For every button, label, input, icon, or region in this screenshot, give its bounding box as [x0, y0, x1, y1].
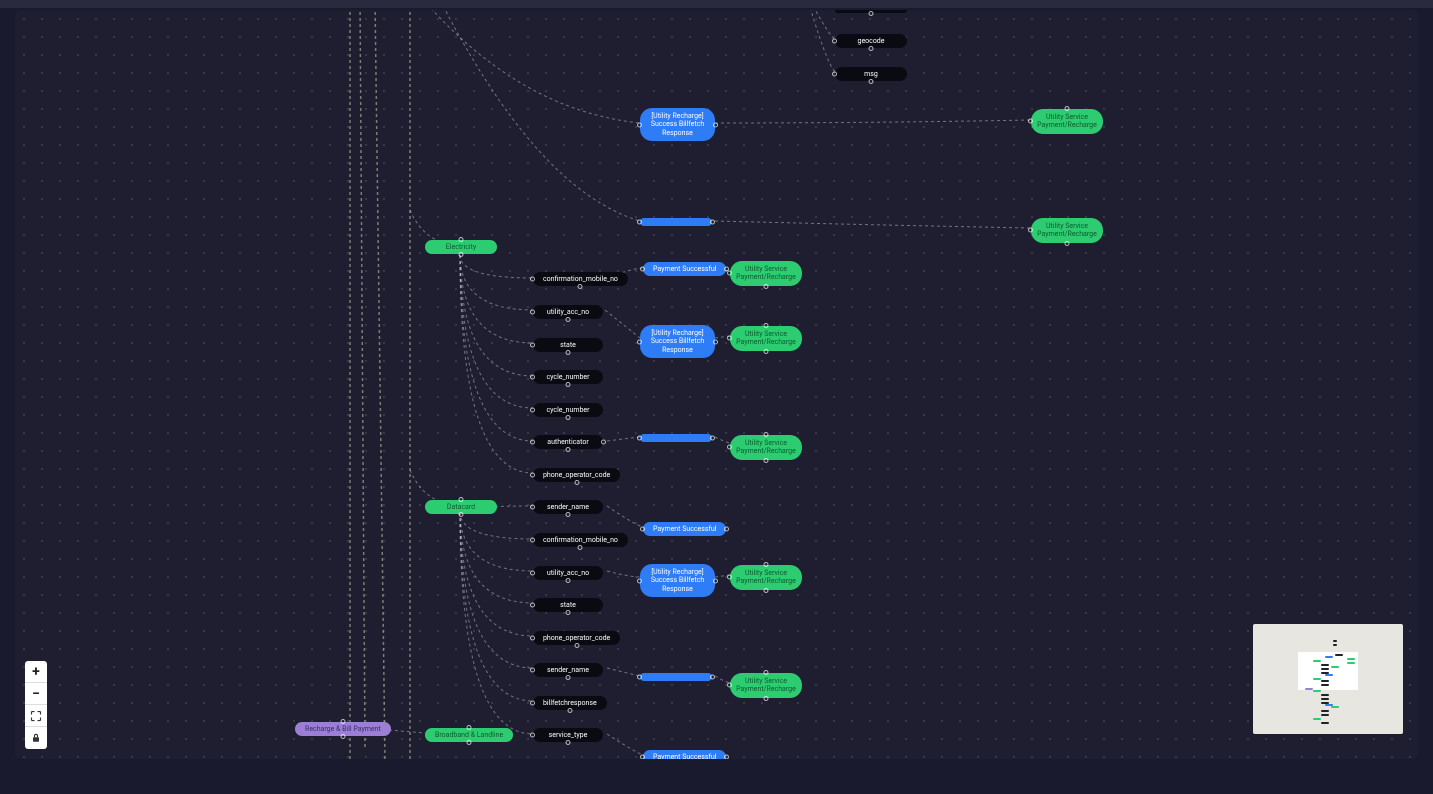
node-utility-service-5[interactable]: Utility Service Payment/Recharge: [730, 435, 802, 460]
node-label: Utility Service Payment/Recharge: [736, 265, 796, 282]
node-label: sender_name: [547, 503, 589, 511]
node-cycle-number-1[interactable]: cycle_number: [533, 370, 603, 384]
node-label: Payment Successful: [653, 525, 716, 533]
node-phone-operator-code-2[interactable]: phone_operator_code: [533, 631, 620, 645]
node-label: Broadband & Landline: [435, 731, 503, 739]
node-label: Recharge & Bill Payment: [305, 725, 381, 733]
zoom-in-button[interactable]: +: [25, 661, 47, 683]
node-phone-operator-code-1[interactable]: phone_operator_code: [533, 468, 620, 482]
node-label: Datacard: [447, 503, 475, 511]
lock-icon: [30, 732, 42, 744]
node-sender-name-2[interactable]: sender_name: [533, 663, 603, 677]
node-label: authenticator: [547, 438, 588, 446]
node-blue-pill-2[interactable]: [640, 434, 712, 442]
node-confirmation-mobile-no-1[interactable]: confirmation_mobile_no: [533, 272, 628, 286]
node-datacard[interactable]: Datacard: [425, 500, 497, 514]
node-utility-recharge-response-1[interactable]: [Utility Recharge] Success Billfetch Res…: [640, 108, 715, 141]
node-payment-successful-1[interactable]: Payment Successful: [643, 262, 726, 276]
node-utility-service-6[interactable]: Utility Service Payment/Recharge: [730, 565, 802, 590]
fit-view-button[interactable]: [25, 705, 47, 727]
node-confirmation-mobile-no-2[interactable]: confirmation_mobile_no: [533, 533, 628, 547]
node-label: Utility Service Payment/Recharge: [736, 439, 796, 456]
minus-icon: −: [32, 686, 40, 702]
node-billfetchresponse[interactable]: billfetchresponse: [533, 696, 607, 710]
flow-canvas[interactable]: geocode msg [Utility Recharge] Success B…: [15, 10, 1418, 759]
node-utility-service-4[interactable]: Utility Service Payment/Recharge: [730, 326, 802, 351]
node-label: phone_operator_code: [543, 471, 610, 479]
node-utility-recharge-response-2[interactable]: [Utility Recharge] Success Billfetch Res…: [640, 325, 715, 358]
node-blue-pill-3[interactable]: [640, 673, 712, 681]
node-label: state: [560, 601, 576, 609]
node-cycle-number-2[interactable]: cycle_number: [533, 403, 603, 417]
node-label: billfetchresponse: [543, 699, 597, 707]
node-utility-acc-no-1[interactable]: utility_acc_no: [533, 305, 603, 319]
node-msg[interactable]: msg: [835, 67, 907, 81]
node-label: confirmation_mobile_no: [543, 275, 618, 283]
node-electricity[interactable]: Electricity: [425, 240, 497, 254]
node-geocode[interactable]: geocode: [835, 34, 907, 48]
node-label: sender_name: [547, 666, 589, 674]
node-label: Payment Successful: [653, 265, 716, 273]
node-unknown-top[interactable]: [835, 10, 907, 13]
node-state-2[interactable]: state: [533, 598, 603, 612]
node-utility-recharge-response-3[interactable]: [Utility Recharge] Success Billfetch Res…: [640, 564, 715, 597]
canvas-wrapper: geocode msg [Utility Recharge] Success B…: [15, 10, 1418, 759]
node-label: utility_acc_no: [547, 308, 589, 316]
node-label: Utility Service Payment/Recharge: [736, 330, 796, 347]
node-sender-name-1[interactable]: sender_name: [533, 500, 603, 514]
node-payment-successful-2[interactable]: Payment Successful: [643, 522, 726, 536]
node-label: Utility Service Payment/Recharge: [736, 569, 796, 586]
node-label: state: [560, 341, 576, 349]
node-label: [Utility Recharge] Success Billfetch Res…: [646, 568, 709, 593]
node-service-type[interactable]: service_type: [533, 728, 603, 742]
node-label: Payment Successful: [653, 753, 716, 759]
node-utility-service-2[interactable]: Utility Service Payment/Recharge: [1031, 218, 1103, 243]
node-broadband-landline[interactable]: Broadband & Landline: [425, 728, 513, 742]
node-label: cycle_number: [546, 373, 589, 381]
node-label: Utility Service Payment/Recharge: [1037, 222, 1097, 239]
node-blue-pill-1[interactable]: [640, 218, 712, 226]
node-label: phone_operator_code: [543, 634, 610, 642]
node-label: geocode: [858, 37, 885, 45]
node-label: service_type: [549, 731, 588, 739]
node-label: [Utility Recharge] Success Billfetch Res…: [646, 112, 709, 137]
minimap[interactable]: [1253, 624, 1403, 734]
node-label: confirmation_mobile_no: [543, 536, 618, 544]
node-label: Electricity: [446, 243, 476, 251]
node-recharge-bill-payment[interactable]: Recharge & Bill Payment: [295, 722, 391, 736]
top-bar: [0, 0, 1433, 8]
node-label: Utility Service Payment/Recharge: [736, 677, 796, 694]
node-label: cycle_number: [546, 406, 589, 414]
expand-icon: [30, 710, 42, 722]
node-utility-acc-no-2[interactable]: utility_acc_no: [533, 566, 603, 580]
zoom-out-button[interactable]: −: [25, 683, 47, 705]
node-state-1[interactable]: state: [533, 338, 603, 352]
node-label: msg: [864, 70, 878, 78]
plus-icon: +: [32, 664, 40, 680]
lock-button[interactable]: [25, 727, 47, 749]
canvas-controls: + −: [25, 661, 47, 749]
node-utility-service-1[interactable]: Utility Service Payment/Recharge: [1031, 109, 1103, 134]
node-utility-service-3[interactable]: Utility Service Payment/Recharge: [730, 261, 802, 286]
node-authenticator[interactable]: authenticator: [533, 435, 603, 449]
node-label: utility_acc_no: [547, 569, 589, 577]
node-payment-successful-3[interactable]: Payment Successful: [643, 750, 726, 759]
node-label: [Utility Recharge] Success Billfetch Res…: [646, 329, 709, 354]
node-utility-service-7[interactable]: Utility Service Payment/Recharge: [730, 673, 802, 698]
node-label: Utility Service Payment/Recharge: [1037, 113, 1097, 130]
